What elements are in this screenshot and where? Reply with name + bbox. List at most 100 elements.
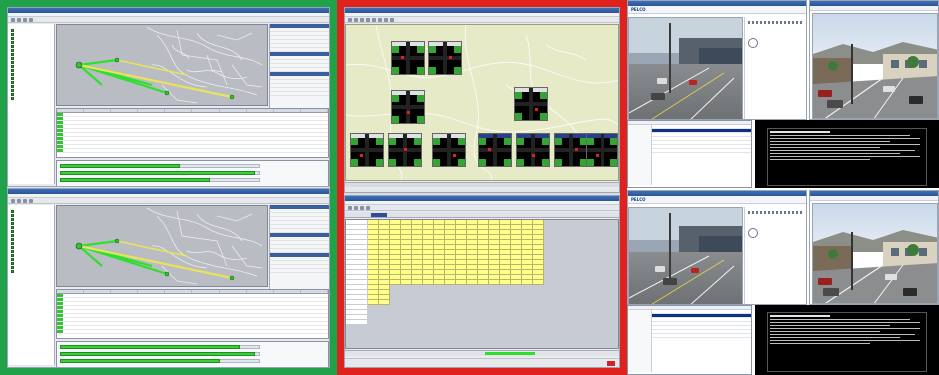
road-markings — [629, 255, 735, 304]
tree-node-icon — [11, 96, 14, 100]
intersection-tile[interactable] — [516, 133, 550, 167]
camera-controls-panel[interactable] — [744, 17, 806, 119]
camera-feed-icon[interactable] — [628, 17, 743, 119]
property-row[interactable] — [270, 269, 329, 273]
table-row[interactable] — [57, 149, 328, 153]
camera-feed-icon[interactable] — [812, 203, 938, 304]
ptz-control-icon[interactable] — [748, 228, 758, 238]
signal-control-monitor — [337, 0, 627, 375]
cctv-monitor: PELCO PELCO — [627, 0, 939, 375]
property-row[interactable] — [270, 92, 329, 96]
toolbar-button[interactable] — [354, 205, 358, 210]
toolbar-button[interactable] — [23, 17, 27, 22]
tree-item[interactable] — [8, 269, 54, 273]
tree-node-icon — [11, 68, 14, 72]
intersection-tile[interactable] — [391, 90, 425, 124]
camera-feed-icon[interactable] — [628, 207, 743, 304]
tree-node-icon — [11, 48, 14, 52]
camera-feed-icon[interactable] — [812, 13, 938, 119]
toolbar — [345, 17, 619, 23]
map-canvas[interactable] — [57, 206, 268, 287]
camera-controls-panel[interactable] — [744, 207, 806, 304]
intersection-tile[interactable] — [586, 133, 618, 167]
intersection-tile[interactable] — [428, 41, 462, 75]
intersection-tile[interactable] — [432, 133, 466, 167]
toolbar-button[interactable] — [384, 17, 388, 22]
map-canvas[interactable] — [57, 25, 268, 106]
intersection-tile[interactable] — [388, 133, 422, 167]
brand-logo: PELCO — [631, 197, 646, 202]
intersection-tile[interactable] — [478, 133, 512, 167]
close-icon[interactable] — [607, 361, 615, 366]
signal-lamp-icon — [449, 56, 452, 59]
toolbar-button[interactable] — [378, 17, 382, 22]
detector-grid — [56, 108, 329, 158]
intersection-tile[interactable] — [391, 41, 425, 75]
toolbar-button[interactable] — [348, 17, 352, 22]
toolbar-button[interactable] — [11, 17, 15, 22]
progress-indicator — [485, 352, 535, 355]
tree-node-icon — [11, 52, 14, 56]
tree-node-icon — [11, 32, 14, 36]
toolbar-button[interactable] — [360, 17, 364, 22]
toolbar-button[interactable] — [29, 17, 33, 22]
tree-node-icon — [11, 217, 14, 221]
list-item[interactable] — [652, 149, 751, 153]
volume-bar — [60, 352, 255, 356]
list-item[interactable] — [652, 334, 751, 338]
map-node-icon[interactable] — [164, 271, 170, 277]
tab-strip[interactable] — [345, 212, 619, 218]
toolbar-button[interactable] — [366, 205, 370, 210]
tree-node-icon — [11, 84, 14, 88]
sheet-footer — [345, 350, 619, 356]
map-node-icon[interactable] — [75, 242, 83, 250]
toolbar-button[interactable] — [29, 198, 33, 203]
toolbar-button[interactable] — [354, 17, 358, 22]
map-window-bottom — [7, 188, 330, 368]
table-row[interactable] — [57, 330, 328, 334]
toolbar-button[interactable] — [372, 17, 376, 22]
toolbar-button[interactable] — [390, 17, 394, 22]
tree-node-icon — [11, 213, 14, 217]
signal-lamp-icon — [575, 148, 578, 151]
map-node-icon[interactable] — [75, 61, 83, 69]
signal-map-window — [344, 7, 620, 193]
tree-node-icon — [11, 225, 14, 229]
toolbar-button[interactable] — [348, 205, 352, 210]
map-node-icon[interactable] — [114, 57, 120, 63]
map-node-icon[interactable] — [229, 94, 235, 100]
camera-tree[interactable] — [628, 125, 652, 185]
map-node-icon[interactable] — [114, 238, 120, 244]
toolbar-button[interactable] — [11, 198, 15, 203]
intersection-tile[interactable] — [554, 133, 588, 167]
intersection-map[interactable] — [345, 24, 619, 181]
tree-item[interactable] — [8, 96, 54, 100]
network-map[interactable] — [56, 24, 268, 106]
address-bar[interactable] — [810, 6, 938, 11]
map-node-icon[interactable] — [229, 275, 235, 281]
tab-active[interactable] — [371, 213, 387, 217]
ptz-control-icon[interactable] — [748, 38, 758, 48]
brand-logo: PELCO — [631, 7, 646, 12]
toolbar-button[interactable] — [366, 17, 370, 22]
toolbar-button[interactable] — [23, 198, 27, 203]
network-map[interactable] — [56, 205, 268, 287]
address-bar[interactable] — [810, 196, 938, 201]
terminal-icon[interactable] — [767, 128, 927, 186]
terminal-icon[interactable] — [767, 312, 927, 372]
map-taskbar — [345, 188, 619, 192]
toolbar-button[interactable] — [17, 198, 21, 203]
map-node-icon[interactable] — [164, 90, 170, 96]
camera-client-window-bottom: PELCO — [627, 190, 807, 305]
street-scene — [813, 42, 937, 118]
intersection-tile[interactable] — [350, 133, 384, 167]
timing-spreadsheet[interactable] — [345, 219, 619, 349]
toolbar-button[interactable] — [360, 205, 364, 210]
tree-node-icon — [11, 56, 14, 60]
camera-tree[interactable] — [628, 310, 652, 372]
intersection-tile[interactable] — [514, 87, 548, 121]
toolbar — [345, 205, 619, 211]
browser-feed-window-top — [809, 0, 939, 120]
sheet-row[interactable] — [346, 320, 618, 325]
toolbar-button[interactable] — [17, 17, 21, 22]
